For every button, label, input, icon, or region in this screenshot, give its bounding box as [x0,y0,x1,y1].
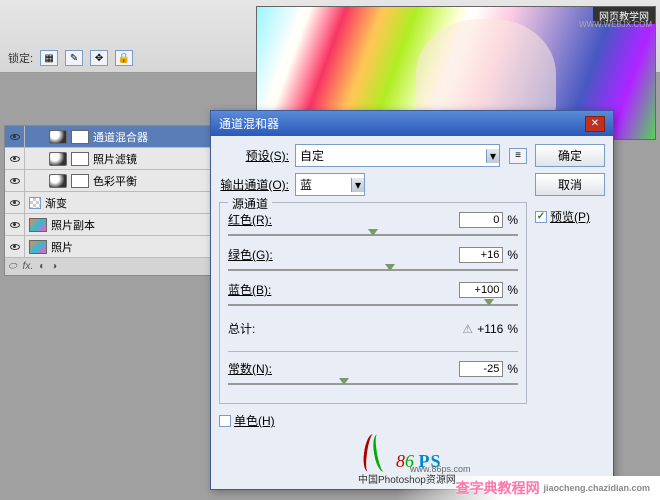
constant-label: 常数(N): [228,360,272,377]
adjustment-icon[interactable]: ◑ [51,261,57,272]
cancel-button[interactable]: 取消 [535,173,605,196]
layer-name: 渐变 [45,195,67,211]
eye-icon[interactable] [10,178,20,184]
eye-icon[interactable] [10,134,20,140]
layer-name: 通道混合器 [93,129,148,145]
layer-row[interactable]: 照片 [5,236,213,258]
preset-menu-icon[interactable]: ≡ [509,148,527,164]
checkbox-icon [219,415,231,427]
red-slider-row: 红色(R): 0% [228,211,518,236]
lock-label: 锁定: [8,50,33,66]
footer-url: jiaocheng.chazidian.com [543,483,650,493]
lock-pixels-icon[interactable]: ▦ [40,50,58,66]
percent-unit: % [507,362,518,376]
lock-all-icon[interactable]: 🔒 [115,50,133,66]
layer-name: 照片副本 [51,217,95,233]
adjustment-thumbnail [49,130,67,144]
preset-combobox[interactable]: 自定 ▾ [295,144,500,167]
mask-icon[interactable]: ◐ [39,261,45,272]
gradient-thumbnail [29,197,41,209]
layer-row[interactable]: 照片滤镜 [5,148,213,170]
divider [228,351,518,352]
watermark-url: WWW.WEBJX.COM [579,20,652,29]
percent-unit: % [507,322,518,336]
footer-watermark: 查字典教程网 jiaocheng.chazidian.com [396,476,660,500]
layer-name: 色彩平衡 [93,173,137,189]
eye-icon[interactable] [10,156,20,162]
eye-icon[interactable] [10,222,20,228]
dialog-titlebar[interactable]: 通道混和器 ✕ [211,111,613,136]
layers-footer: ⬭ fx. ◐ ◑ [5,258,213,275]
layer-row[interactable]: 通道混合器 [5,126,213,148]
slider-thumb[interactable] [385,264,395,271]
eye-icon[interactable] [10,200,20,206]
layer-name: 照片 [51,239,73,255]
layer-name: 照片滤镜 [93,151,137,167]
constant-value-input[interactable]: -25 [459,361,503,377]
layers-panel: 通道混合器 照片滤镜 色彩平衡 渐变 照片副本 照片 ⬭ fx. ◐ ◑ [4,125,214,276]
adjustment-thumbnail [49,174,67,188]
footer-text: 查字典教程网 [456,478,540,498]
mask-thumbnail [71,174,89,188]
total-value: +116 [477,322,503,336]
mask-thumbnail [71,130,89,144]
adjustment-thumbnail [49,152,67,166]
layer-row[interactable]: 色彩平衡 [5,170,213,192]
layer-row[interactable]: 渐变 [5,192,213,214]
mask-thumbnail [71,152,89,166]
monochrome-label: 单色(H) [234,412,275,429]
slider-thumb[interactable] [368,229,378,236]
preset-value: 自定 [300,147,324,164]
preview-label: 预览(P) [550,208,590,225]
constant-slider[interactable] [228,383,518,385]
lock-brush-icon[interactable]: ✎ [65,50,83,66]
blue-slider[interactable] [228,304,518,306]
percent-unit: % [507,248,518,262]
blue-slider-row: 蓝色(B): +100% [228,281,518,306]
link-icon[interactable]: ⬭ [8,261,17,272]
green-slider[interactable] [228,269,518,271]
red-label: 红色(R): [228,211,272,228]
chevron-down-icon: ▾ [351,178,364,192]
green-slider-row: 绿色(G): +16% [228,246,518,271]
blue-value-input[interactable]: +100 [459,282,503,298]
layer-row[interactable]: 照片副本 [5,214,213,236]
percent-unit: % [507,283,518,297]
group-title: 源通道 [228,195,272,212]
red-value-input[interactable]: 0 [459,212,503,228]
fx-icon[interactable]: fx. [23,261,34,272]
preview-checkbox[interactable]: ✓ 预览(P) [535,208,605,225]
image-thumbnail [29,218,47,232]
image-thumbnail [29,240,47,254]
warning-icon: ⚠ [462,322,473,336]
close-icon[interactable]: ✕ [585,116,605,132]
checkbox-icon: ✓ [535,211,547,223]
monochrome-checkbox[interactable]: 单色(H) [219,412,275,429]
preset-label: 预设(S): [219,147,289,164]
channel-mixer-dialog: 通道混和器 ✕ 预设(S): 自定 ▾ ≡ 输出通道(O): 蓝 ▾ 源通道 [210,110,614,490]
percent-unit: % [507,213,518,227]
ok-button[interactable]: 确定 [535,144,605,167]
dialog-title-text: 通道混和器 [219,115,279,132]
chevron-down-icon: ▾ [486,149,499,163]
output-channel-value: 蓝 [300,176,312,193]
constant-slider-row: 常数(N): -25% [228,360,518,385]
eye-icon[interactable] [10,244,20,250]
green-label: 绿色(G): [228,246,273,263]
total-label: 总计: [228,320,255,337]
lock-position-icon[interactable]: ✥ [90,50,108,66]
slider-thumb[interactable] [484,299,494,306]
source-channels-group: 源通道 红色(R): 0% 绿色(G): +16% [219,202,527,404]
slider-thumb[interactable] [339,378,349,385]
green-value-input[interactable]: +16 [459,247,503,263]
output-channel-combobox[interactable]: 蓝 ▾ [295,173,365,196]
output-channel-label: 输出通道(O): [219,176,289,193]
red-slider[interactable] [228,234,518,236]
blue-label: 蓝色(B): [228,281,271,298]
